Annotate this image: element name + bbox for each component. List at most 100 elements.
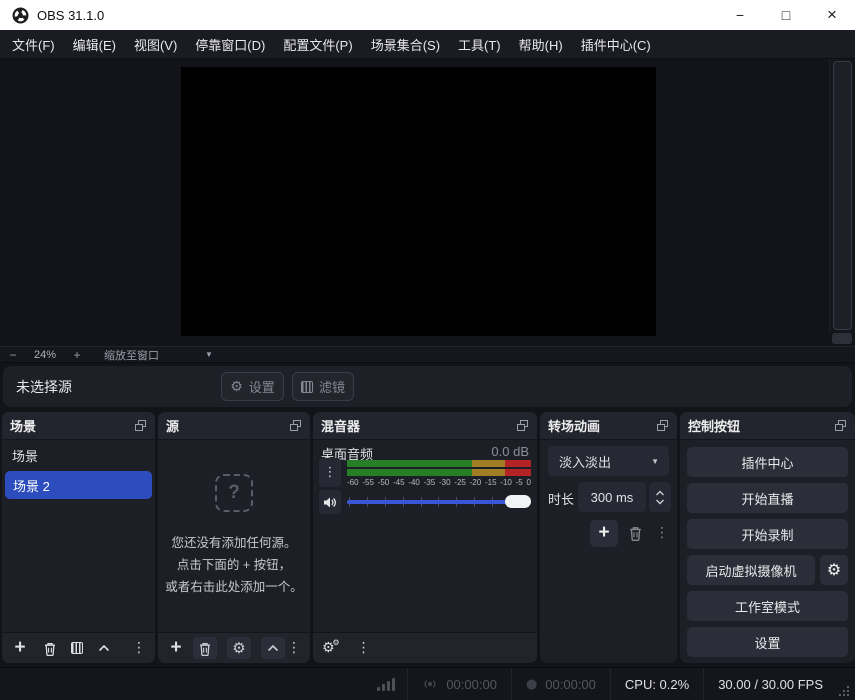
advanced-audio-button[interactable]: ⚙ ⚙ [322, 641, 335, 655]
channel-menu-button[interactable]: ⋮ [319, 458, 341, 487]
add-source-button[interactable]: + [167, 637, 185, 659]
scenes-dock-header[interactable]: 场景 [2, 412, 155, 440]
scenes-menu-button[interactable]: ⋮ [132, 640, 146, 656]
mixer-menu-button[interactable]: ⋮ [357, 640, 371, 656]
slider-handle[interactable] [505, 495, 531, 508]
scene-list-item-selected[interactable]: 场景 2 [5, 471, 152, 499]
empty-hint-line: 或者右击此处添加一个。 [165, 576, 303, 598]
popout-icon[interactable] [516, 419, 529, 432]
zoom-out-button[interactable]: − [0, 348, 26, 362]
remove-scene-button[interactable] [43, 641, 57, 656]
controls-buttons: 插件中心 开始直播 开始录制 启动虚拟摄像机 ⚙ 工作室模式 设置 [687, 447, 848, 657]
titlebar: OBS 31.1.0 − □ × [0, 0, 855, 30]
sources-empty-state[interactable]: ? 您还没有添加任何源。 点击下面的 + 按钮， 或者右击此处添加一个。 [158, 440, 310, 632]
menu-help[interactable]: 帮助(H) [510, 30, 572, 58]
plugin-center-button[interactable]: 插件中心 [687, 447, 848, 477]
audio-mixer-dock: 混音器 桌面音频 0.0 dB ⋮ -60-55-50-45-40-35-30-… [313, 412, 537, 663]
mixer-dock-header[interactable]: 混音器 [313, 412, 537, 440]
vertical-scrollbar-thumb[interactable] [833, 61, 852, 330]
no-source-selected-label: 未选择源 [16, 366, 72, 407]
preview-zoom-bar: − 24% + 缩放至窗口 ▼ [0, 346, 855, 363]
spinner-up-icon[interactable] [655, 490, 665, 496]
meter-scale: -60-55-50-45-40-35-30-25-20-15-10-50 [347, 478, 531, 487]
add-transition-button[interactable]: + [590, 520, 618, 547]
program-canvas[interactable] [181, 67, 656, 336]
slider-track[interactable] [347, 500, 525, 504]
gear-icon: ⚙ [827, 560, 841, 580]
obs-window: OBS 31.1.0 − □ × 文件(F) 编辑(E) 视图(V) 停靠窗口(… [0, 0, 855, 700]
fps-indicator: 30.00 / 30.00 FPS [704, 668, 837, 700]
sources-menu-button[interactable]: ⋮ [287, 640, 301, 656]
window-title: OBS 31.1.0 [37, 8, 104, 23]
move-source-up-button[interactable] [261, 637, 285, 659]
resize-grip[interactable] [839, 686, 849, 696]
source-properties-button[interactable]: ⚙ [227, 637, 251, 659]
maximize-button[interactable]: □ [763, 0, 809, 30]
filter-icon [71, 642, 83, 654]
popout-icon[interactable] [834, 419, 847, 432]
menu-plugin-center[interactable]: 插件中心(C) [572, 30, 660, 58]
properties-button[interactable]: ⚙ 设置 [221, 372, 284, 401]
gear-icon: ⚙ [230, 380, 243, 394]
spinner-down-icon[interactable] [655, 499, 665, 505]
transition-select[interactable]: 淡入淡出 ▼ [548, 446, 669, 476]
obs-logo-icon [12, 7, 29, 24]
sources-toolbar: + ⚙ ⋮ [158, 632, 310, 663]
duration-label: 时长 [548, 489, 574, 508]
sources-dock: 源 ? 您还没有添加任何源。 点击下面的 + 按钮， 或者右击此处添加一个。 +… [158, 412, 310, 663]
scene-filters-button[interactable] [71, 642, 83, 654]
zoom-fit-caret-icon[interactable]: ▼ [205, 350, 213, 359]
settings-button[interactable]: 设置 [687, 627, 848, 657]
start-streaming-button[interactable]: 开始直播 [687, 483, 848, 513]
remove-transition-button[interactable] [628, 525, 643, 541]
transitions-dock-title: 转场动画 [548, 416, 600, 435]
network-signal-icon [365, 677, 407, 691]
virtual-camera-row: 启动虚拟摄像机 ⚙ [687, 555, 848, 585]
meter-bar [347, 469, 531, 476]
mute-toggle-button[interactable] [319, 490, 341, 514]
menu-edit[interactable]: 编辑(E) [64, 30, 125, 58]
duration-input[interactable]: 300 ms [578, 482, 646, 512]
start-virtual-camera-button[interactable]: 启动虚拟摄像机 [687, 555, 815, 585]
stream-time-value: 00:00:00 [446, 677, 497, 692]
popout-icon[interactable] [656, 419, 669, 432]
transitions-dock-header[interactable]: 转场动画 [540, 412, 677, 440]
add-scene-button[interactable]: + [11, 637, 29, 659]
chevron-down-icon: ▼ [651, 457, 669, 466]
scene-list-item[interactable]: 场景 [2, 441, 155, 469]
close-button[interactable]: × [809, 0, 855, 30]
menu-profile[interactable]: 配置文件(P) [274, 30, 361, 58]
stream-timer: 00:00:00 [408, 668, 511, 700]
horizontal-scrollbar-thumb[interactable] [832, 333, 852, 344]
sources-dock-header[interactable]: 源 [158, 412, 310, 440]
zoom-fit-mode[interactable]: 缩放至窗口 [104, 347, 159, 363]
filters-button[interactable]: 滤镜 [292, 372, 354, 401]
menu-tools[interactable]: 工具(T) [449, 30, 510, 58]
preview-vertical-scrollbar[interactable] [829, 59, 855, 332]
popout-icon[interactable] [289, 419, 302, 432]
scene-transitions-dock: 转场动画 淡入淡出 ▼ 时长 300 ms + ⋮ [540, 412, 677, 663]
studio-mode-button[interactable]: 工作室模式 [687, 591, 848, 621]
menu-view[interactable]: 视图(V) [125, 30, 186, 58]
source-context-toolbar: 未选择源 ⚙ 设置 滤镜 [3, 366, 852, 407]
empty-hint-line: 点击下面的 + 按钮， [177, 554, 291, 576]
move-scene-up-button[interactable] [97, 643, 111, 653]
menu-scene-collection[interactable]: 场景集合(S) [362, 30, 449, 58]
popout-icon[interactable] [134, 419, 147, 432]
window-controls: − □ × [717, 0, 855, 30]
zoom-in-button[interactable]: + [64, 348, 90, 362]
start-recording-button[interactable]: 开始录制 [687, 519, 848, 549]
record-time-value: 00:00:00 [545, 677, 596, 692]
duration-spinner[interactable] [649, 482, 671, 512]
controls-dock-header[interactable]: 控制按钮 [680, 412, 855, 440]
preview-area[interactable] [0, 59, 855, 346]
menu-file[interactable]: 文件(F) [3, 30, 64, 58]
remove-source-button[interactable] [193, 637, 217, 659]
minimize-button[interactable]: − [717, 0, 763, 30]
menu-docks[interactable]: 停靠窗口(D) [186, 30, 274, 58]
virtual-camera-config-button[interactable]: ⚙ [820, 555, 848, 585]
transitions-menu-button[interactable]: ⋮ [653, 525, 669, 541]
controls-dock: 控制按钮 插件中心 开始直播 开始录制 启动虚拟摄像机 ⚙ 工作室模式 设置 [680, 412, 855, 663]
volume-slider[interactable] [347, 490, 531, 514]
scenes-toolbar: + ⋮ [2, 632, 155, 663]
